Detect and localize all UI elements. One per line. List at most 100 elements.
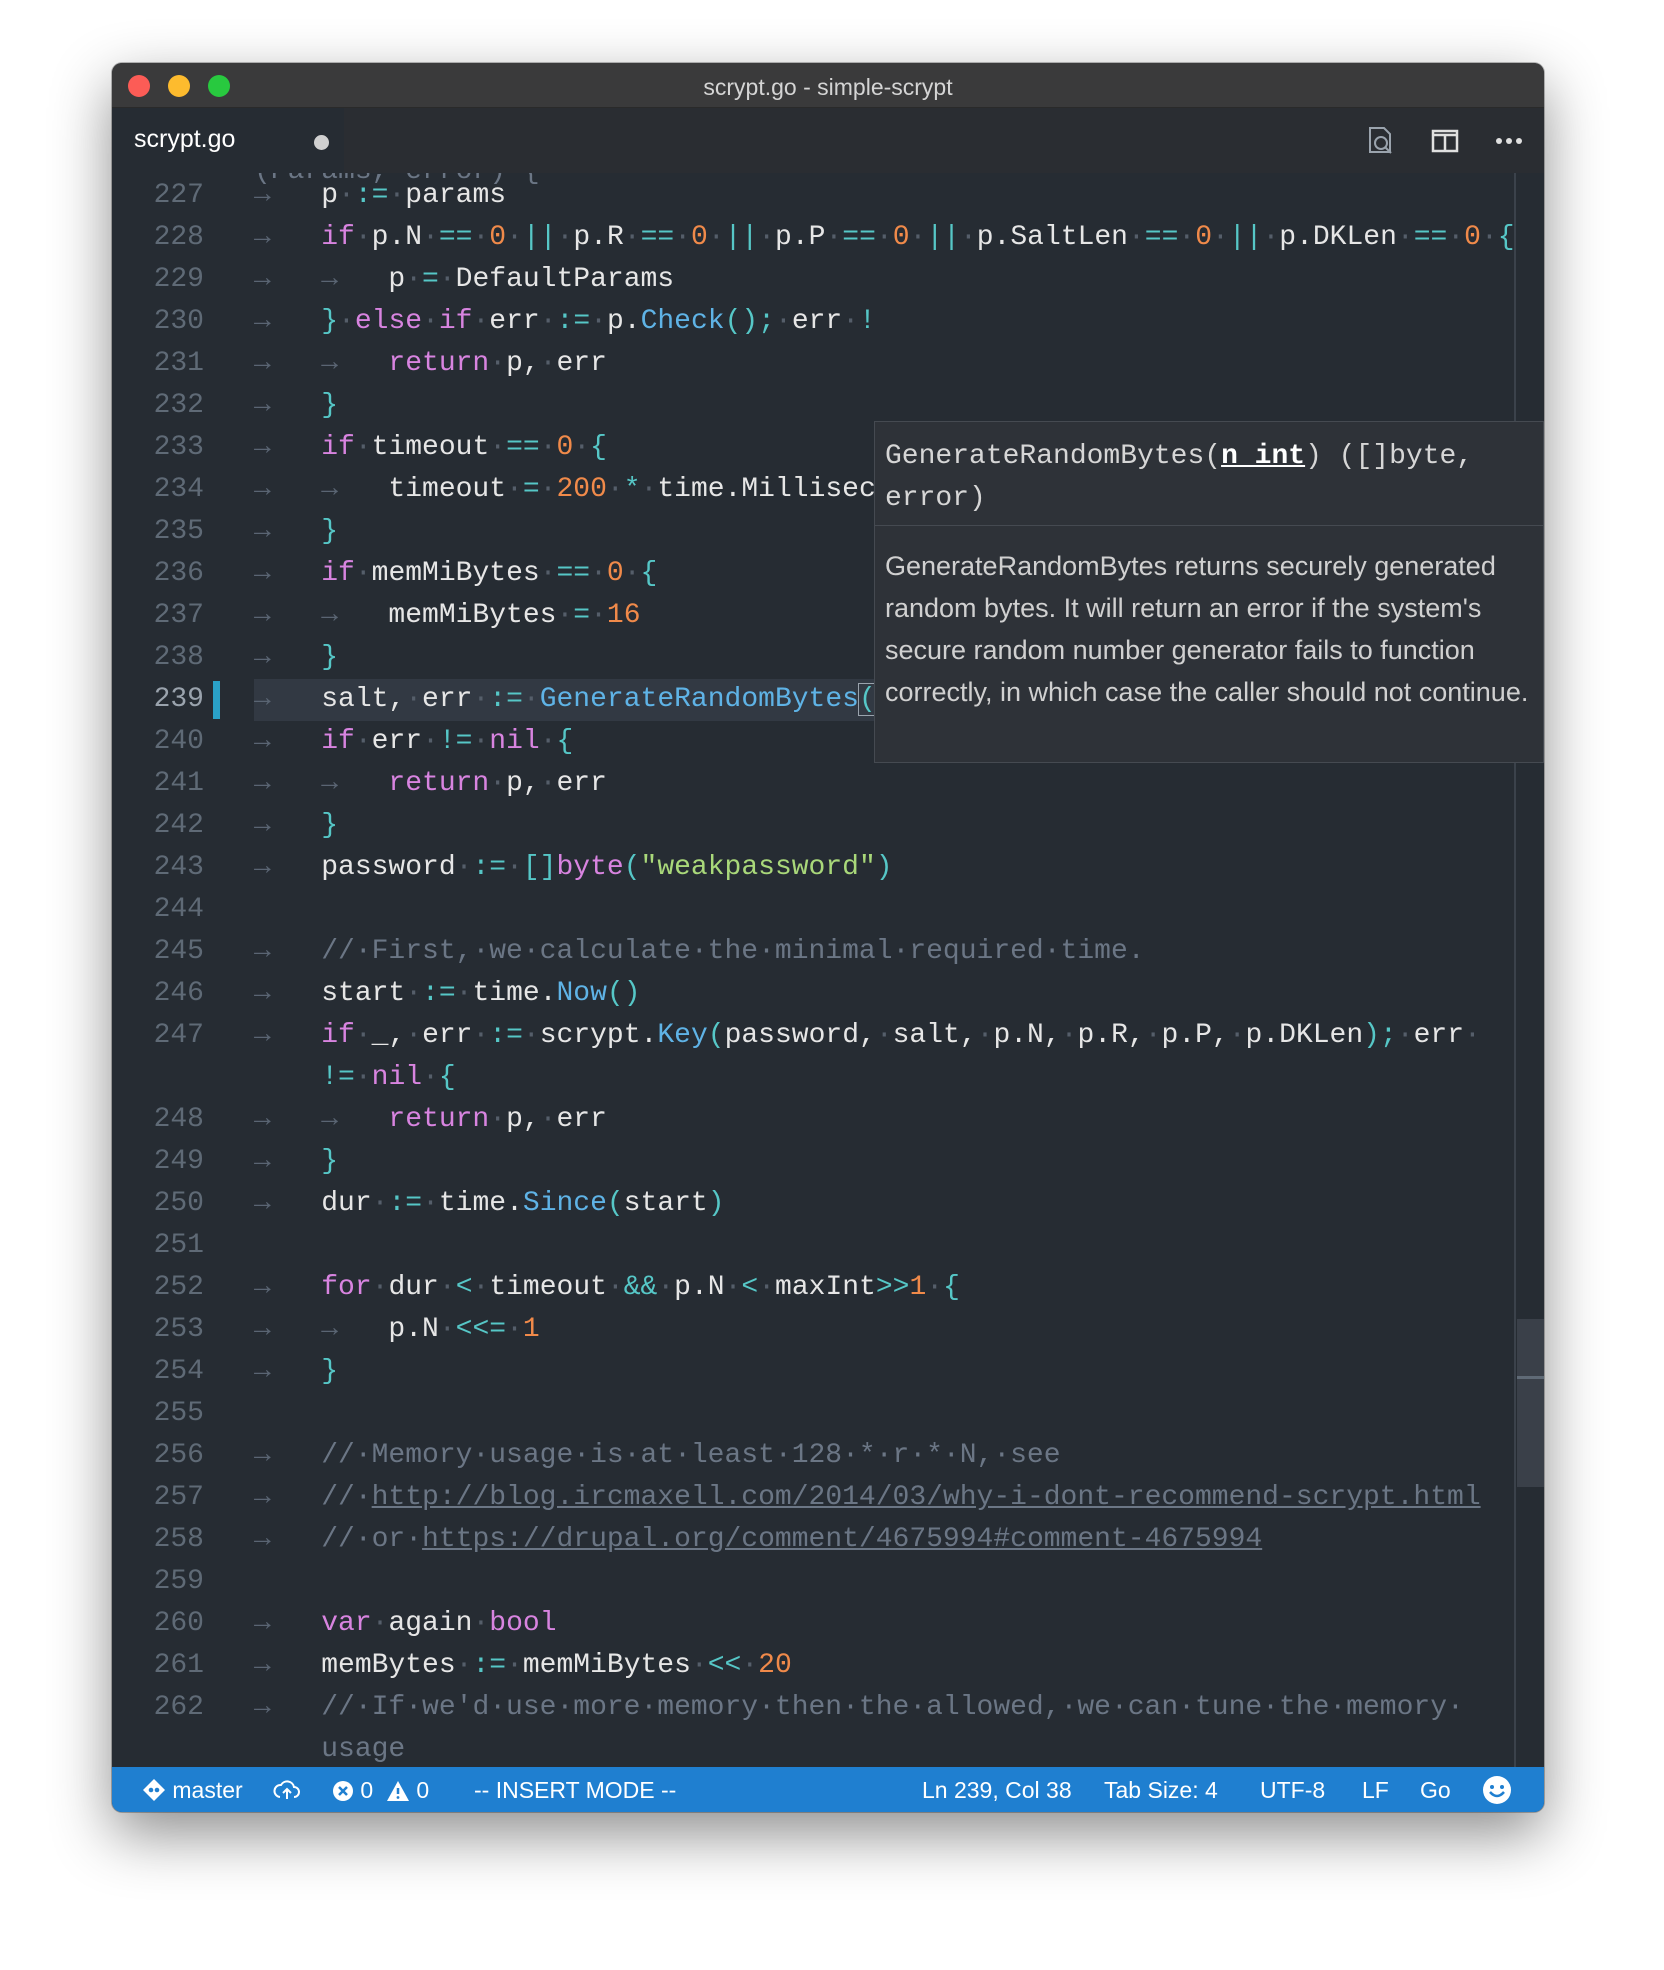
code-text: → } — [254, 1356, 339, 1387]
search-preview-icon[interactable] — [1364, 124, 1398, 158]
code-line: 247 → if·_,·err·:=·scrypt.Key(password,·… — [112, 1015, 1544, 1099]
line-number: 258 — [153, 1524, 204, 1555]
line-number: 261 — [153, 1650, 204, 1681]
line-number: 234 — [153, 474, 204, 505]
tab-scrypt-go[interactable]: scrypt.go — [112, 108, 344, 173]
code-line: 242 → } — [112, 805, 1544, 847]
code-line: 257 → //·http://blog.ircmaxell.com/2014/… — [112, 1477, 1544, 1519]
comment-link[interactable]: http://blog.ircmaxell.com/2014/03/why-i-… — [372, 1482, 1481, 1513]
line-number: 243 — [153, 852, 204, 883]
code-line: 227 → p·:=·params — [112, 175, 1544, 217]
hover-documentation: GenerateRandomBytes returns securely gen… — [885, 551, 1529, 707]
code-text: → if·p.N·==·0·||·p.R·==·0·||·p.P·==·0·||… — [254, 222, 1515, 253]
encoding[interactable]: UTF-8 — [1260, 1777, 1325, 1804]
line-number: 237 — [153, 600, 204, 631]
code-text: → //·http://blog.ircmaxell.com/2014/03/w… — [254, 1482, 1481, 1513]
code-text: → if·_,·err·:=·scrypt.Key(password,·salt… — [254, 1020, 1481, 1093]
line-number: 229 — [153, 264, 204, 295]
code-text: → memBytes·:=·memMiBytes·<<·20 — [254, 1650, 792, 1681]
code-text: → → return·p,·err — [254, 1104, 607, 1135]
more-actions-icon[interactable] — [1492, 124, 1526, 158]
line-number: 259 — [153, 1566, 204, 1597]
line-number: 257 — [153, 1482, 204, 1513]
line-number: 247 — [153, 1020, 204, 1051]
code-text: → if·memMiBytes·==·0·{ — [254, 558, 658, 589]
vim-mode: -- INSERT MODE -- — [474, 1777, 677, 1803]
signature-hover-popup: GenerateRandomBytes(n int) ([]byte, error… — [874, 421, 1544, 763]
tab-bar: scrypt.go — [112, 108, 1544, 173]
line-number: 228 — [153, 222, 204, 253]
code-line: 230 → }·else·if·err·:=·p.Check();·err·! — [112, 301, 1544, 343]
line-number: 253 — [153, 1314, 204, 1345]
modified-line-marker — [213, 681, 220, 719]
code-line: 248 → → return·p,·err — [112, 1099, 1544, 1141]
title-bar: scrypt.go - simple-scrypt — [112, 63, 1544, 108]
code-editor[interactable]: (Params, error) { 227 → p·:=·params 228 … — [112, 173, 1544, 1767]
unsaved-dot-icon[interactable] — [314, 135, 329, 150]
code-text: → } — [254, 390, 339, 421]
code-text: → } — [254, 642, 339, 673]
line-number: 230 — [153, 306, 204, 337]
code-line: 250 → dur·:=·time.Since(start) — [112, 1183, 1544, 1225]
code-text: → for·dur·<·timeout·&&·p.N·<·maxInt>>1·{ — [254, 1272, 960, 1303]
code-text: → } — [254, 810, 339, 841]
line-number: 256 — [153, 1440, 204, 1471]
code-line: 253 → → p.N·<<=·1 — [112, 1309, 1544, 1351]
line-number: 242 — [153, 810, 204, 841]
code-line: 261 → memBytes·:=·memMiBytes·<<·20 — [112, 1645, 1544, 1687]
line-number: 260 — [153, 1608, 204, 1639]
tab-size[interactable]: Tab Size: 4 — [1104, 1777, 1218, 1804]
sync-cloud-icon[interactable] — [272, 1777, 302, 1804]
code-line: 252 → for·dur·<·timeout·&&·p.N·<·maxInt>… — [112, 1267, 1544, 1309]
code-line: 245 → //·First,·we·calculate·the·minimal… — [112, 931, 1544, 973]
code-line: 251 — [112, 1225, 1544, 1267]
window-title: scrypt.go - simple-scrypt — [703, 74, 953, 100]
cursor-position[interactable]: Ln 239, Col 38 — [922, 1777, 1072, 1804]
code-text: → //·or·https://drupal.org/comment/46759… — [254, 1524, 1263, 1555]
code-text: → → memMiBytes·=·16 — [254, 600, 641, 631]
line-number: 233 — [153, 432, 204, 463]
split-editor-icon[interactable] — [1428, 124, 1462, 158]
line-number: 250 — [153, 1188, 204, 1219]
line-number: 251 — [153, 1230, 204, 1261]
line-number: 249 — [153, 1146, 204, 1177]
line-number: 232 — [153, 390, 204, 421]
line-number: 255 — [153, 1398, 204, 1429]
scrollbar-track[interactable] — [1514, 173, 1516, 1767]
code-line: 260 → var·again·bool — [112, 1603, 1544, 1645]
error-icon — [333, 1781, 353, 1801]
code-line: 249 → } — [112, 1141, 1544, 1183]
tab-label: scrypt.go — [134, 125, 236, 153]
line-number: 236 — [153, 558, 204, 589]
code-text: → if·timeout·==·0·{ — [254, 432, 607, 463]
code-line: 255 — [112, 1393, 1544, 1435]
code-text: → } — [254, 1146, 339, 1177]
scrollbar-thumb[interactable] — [1517, 1319, 1544, 1487]
scrollbar-cursor-marker — [1517, 1376, 1544, 1379]
warning-icon — [386, 1781, 409, 1801]
line-number: 239 — [153, 684, 204, 715]
status-bar: master 0 0 -- INSERT MODE -- Ln 239, Col… — [112, 1767, 1544, 1812]
code-text: → } — [254, 516, 339, 547]
code-line: 244 — [112, 889, 1544, 931]
line-ending[interactable]: LF — [1362, 1777, 1389, 1804]
feedback-smiley-icon[interactable] — [1482, 1775, 1512, 1807]
code-text: → → p.N·<<=·1 — [254, 1314, 540, 1345]
line-number: 248 — [153, 1104, 204, 1135]
code-line: 231 → → return·p,·err — [112, 343, 1544, 385]
line-number: 235 — [153, 516, 204, 547]
git-branch-icon — [143, 1779, 165, 1801]
line-number: 240 — [153, 726, 204, 757]
code-text: → password·:=·[]byte("weakpassword") — [254, 852, 893, 883]
code-text: → }·else·if·err·:=·p.Check();·err·! — [254, 306, 876, 337]
language-mode[interactable]: Go — [1420, 1777, 1451, 1804]
line-number: 227 — [153, 180, 204, 211]
code-text: → var·again·bool — [254, 1608, 557, 1639]
code-line: 241 → → return·p,·err — [112, 763, 1544, 805]
comment-link[interactable]: https://drupal.org/comment/4675994#comme… — [422, 1524, 1262, 1555]
code-text: → start·:=·time.Now() — [254, 978, 641, 1009]
code-line: 246 → start·:=·time.Now() — [112, 973, 1544, 1015]
problems-indicator[interactable]: 0 0 — [332, 1777, 429, 1804]
git-branch[interactable]: master — [142, 1777, 243, 1804]
hover-divider — [875, 525, 1543, 526]
